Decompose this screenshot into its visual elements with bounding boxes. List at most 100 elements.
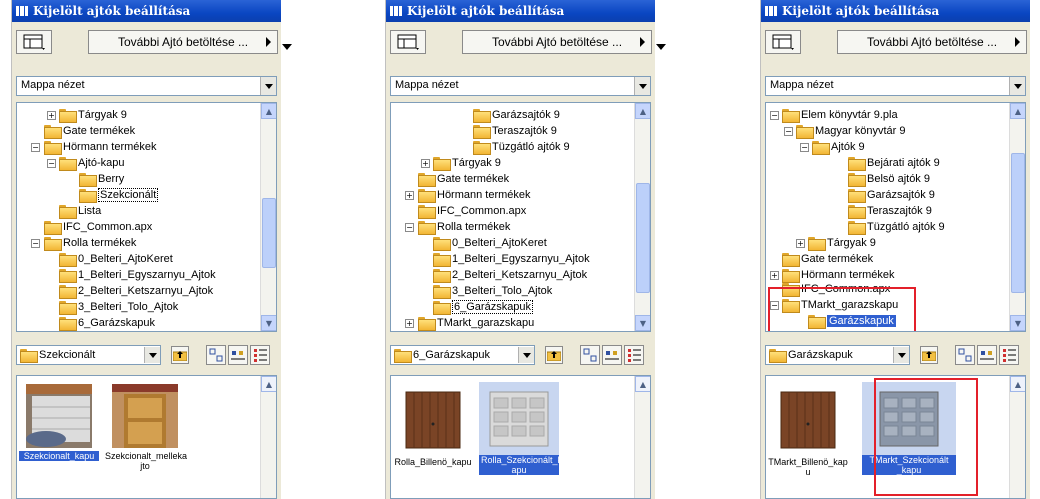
list-view-icon[interactable] xyxy=(999,345,1019,365)
tree-item[interactable]: Tüzgátló ajtók 9 xyxy=(473,139,570,155)
scroll-thumb[interactable] xyxy=(636,183,650,293)
object-item-selected[interactable]: Rolla_Szekcionált_k apu xyxy=(479,382,562,475)
load-more-doors-button[interactable]: További Ajtó betöltése ... xyxy=(462,30,652,54)
current-folder-select[interactable]: 6_Garázskapuk xyxy=(390,345,535,365)
object-item[interactable]: Rolla_Billenö_kapu xyxy=(393,390,473,467)
large-icons-view-icon[interactable] xyxy=(580,345,600,365)
large-icons-view-icon[interactable] xyxy=(955,345,975,365)
tree-item[interactable]: Tárgyak 9 xyxy=(433,155,501,171)
tree-item[interactable]: Berry xyxy=(79,171,124,187)
collapse-icon[interactable]: − xyxy=(47,159,56,168)
object-item[interactable]: TMarkt_Billenö_kap u xyxy=(768,390,848,477)
tree-item[interactable]: 1_Belteri_Egyszarnyu_Ajtok xyxy=(59,267,216,283)
tree-item[interactable]: Belsö ajtók 9 xyxy=(848,171,930,187)
dropdown-arrow-icon[interactable] xyxy=(518,347,534,363)
tree-item[interactable]: Elem könyvtár 9.pla xyxy=(782,107,898,123)
scroll-up-icon[interactable]: ▲ xyxy=(1010,103,1025,119)
preview-scrollbar[interactable]: ▲ xyxy=(260,376,276,498)
tree-item[interactable]: Ajtó-kapu xyxy=(59,155,124,171)
tree-item[interactable]: Tüzgátló ajtók 9 xyxy=(848,219,945,235)
layout-icon[interactable] xyxy=(16,30,52,54)
collapse-icon[interactable]: − xyxy=(800,143,809,152)
tree-item[interactable]: 2_Belteri_Ketszarnyu_Ajtok xyxy=(433,267,587,283)
scroll-thumb[interactable] xyxy=(1011,153,1025,293)
expand-icon[interactable]: + xyxy=(405,319,414,328)
tree-item[interactable]: 0_Belteri_AjtoKeret xyxy=(433,235,547,251)
expand-icon[interactable]: + xyxy=(796,239,805,248)
menu-arrow-icon[interactable] xyxy=(656,44,666,50)
folder-up-icon[interactable] xyxy=(545,346,563,364)
collapse-icon[interactable]: − xyxy=(31,239,40,248)
tree-item[interactable]: Lista xyxy=(59,203,101,219)
tree-item[interactable]: Rolla termékek xyxy=(44,235,136,251)
view-select[interactable]: Mappa nézet xyxy=(16,76,277,96)
tree-item[interactable]: 6_Garázskapuk xyxy=(59,315,155,331)
tree-item[interactable]: Magyar könyvtár 9 xyxy=(796,123,905,139)
list-view-icon[interactable] xyxy=(250,345,270,365)
tree-item[interactable]: Bejárati ajtók 9 xyxy=(848,155,940,171)
folder-up-icon[interactable] xyxy=(171,346,189,364)
list-view-icon[interactable] xyxy=(624,345,644,365)
small-icons-view-icon[interactable] xyxy=(602,345,622,365)
large-icons-view-icon[interactable] xyxy=(206,345,226,365)
scroll-up-icon[interactable]: ▲ xyxy=(635,103,650,119)
scroll-down-icon[interactable]: ▼ xyxy=(261,315,276,331)
tree-item[interactable]: 3_Belteri_Tolo_Ajtok xyxy=(59,299,178,315)
tree-item[interactable]: Rolla termékek xyxy=(418,219,510,235)
scroll-up-icon[interactable]: ▲ xyxy=(261,376,276,392)
scroll-up-icon[interactable]: ▲ xyxy=(635,376,650,392)
dropdown-arrow-icon[interactable] xyxy=(893,347,909,363)
scroll-down-icon[interactable]: ▼ xyxy=(1010,315,1025,331)
dropdown-arrow-icon[interactable] xyxy=(260,77,276,95)
tree-item[interactable]: IFC_Common.apx xyxy=(44,219,152,235)
tree-item[interactable]: Hörmann termékek xyxy=(44,139,157,155)
expand-icon[interactable]: + xyxy=(47,111,56,120)
expand-icon[interactable]: + xyxy=(405,191,414,200)
tree-item[interactable]: 3_Belteri_Tolo_Ajtok xyxy=(433,283,552,299)
expand-icon[interactable]: + xyxy=(421,159,430,168)
tree-item[interactable]: 2_Belteri_Ketszarnyu_Ajtok xyxy=(59,283,213,299)
tree-item[interactable]: 0_Belteri_AjtoKeret xyxy=(59,251,173,267)
tree-item[interactable]: Hörmann termékek xyxy=(418,187,531,203)
folder-tree[interactable]: + Tárgyak 9 Gate termékek − Hörmann term… xyxy=(16,102,277,332)
tree-item[interactable]: Teraszajtók 9 xyxy=(848,203,932,219)
collapse-icon[interactable]: − xyxy=(31,143,40,152)
object-item-selected[interactable]: Szekcionalt_kapu xyxy=(19,384,99,461)
tree-item[interactable]: Tárgyak 9 xyxy=(59,107,127,123)
tree-item[interactable]: Gate termékek xyxy=(44,123,135,139)
current-folder-select[interactable]: Garázskapuk xyxy=(765,345,910,365)
tree-item[interactable]: Gate termékek xyxy=(418,171,509,187)
folder-up-icon[interactable] xyxy=(920,346,938,364)
tree-scrollbar[interactable]: ▲ ▼ xyxy=(260,103,276,331)
scroll-thumb[interactable] xyxy=(262,198,276,268)
tree-item[interactable]: Gate termékek xyxy=(782,251,873,267)
tree-scrollbar[interactable]: ▲ ▼ xyxy=(1009,103,1025,331)
tree-item[interactable]: Ajtók 9 xyxy=(812,139,865,155)
small-icons-view-icon[interactable] xyxy=(977,345,997,365)
dropdown-arrow-icon[interactable] xyxy=(1009,77,1025,95)
tree-item[interactable]: Garázsajtók 9 xyxy=(848,187,935,203)
tree-item[interactable]: Tárgyak 9 xyxy=(808,235,876,251)
collapse-icon[interactable]: − xyxy=(784,127,793,136)
small-icons-view-icon[interactable] xyxy=(228,345,248,365)
view-select[interactable]: Mappa nézet xyxy=(390,76,651,96)
scroll-up-icon[interactable]: ▲ xyxy=(1010,376,1025,392)
scroll-up-icon[interactable]: ▲ xyxy=(261,103,276,119)
collapse-icon[interactable]: − xyxy=(405,223,414,232)
collapse-icon[interactable]: − xyxy=(770,111,779,120)
expand-icon[interactable]: + xyxy=(770,271,779,280)
tree-item[interactable]: IFC_Common.apx xyxy=(418,203,526,219)
folder-tree[interactable]: Garázsajtók 9 Teraszajtók 9 Tüzgátló ajt… xyxy=(390,102,651,332)
dropdown-arrow-icon[interactable] xyxy=(634,77,650,95)
menu-arrow-icon[interactable] xyxy=(282,44,292,50)
current-folder-select[interactable]: Szekcionált xyxy=(16,345,161,365)
tree-scrollbar[interactable]: ▲ ▼ xyxy=(634,103,650,331)
preview-scrollbar[interactable]: ▲ xyxy=(1009,376,1025,498)
tree-item-selected[interactable]: Szekcionált xyxy=(79,187,159,203)
dropdown-arrow-icon[interactable] xyxy=(144,347,160,363)
load-more-doors-button[interactable]: További Ajtó betöltése ... xyxy=(88,30,278,54)
folder-tree[interactable]: − Elem könyvtár 9.pla − Magyar könyvtár … xyxy=(765,102,1026,332)
tree-item[interactable]: Garázsajtók 9 xyxy=(473,107,560,123)
tree-item-selected[interactable]: 6_Garázskapuk xyxy=(433,299,534,315)
layout-icon[interactable] xyxy=(765,30,801,54)
